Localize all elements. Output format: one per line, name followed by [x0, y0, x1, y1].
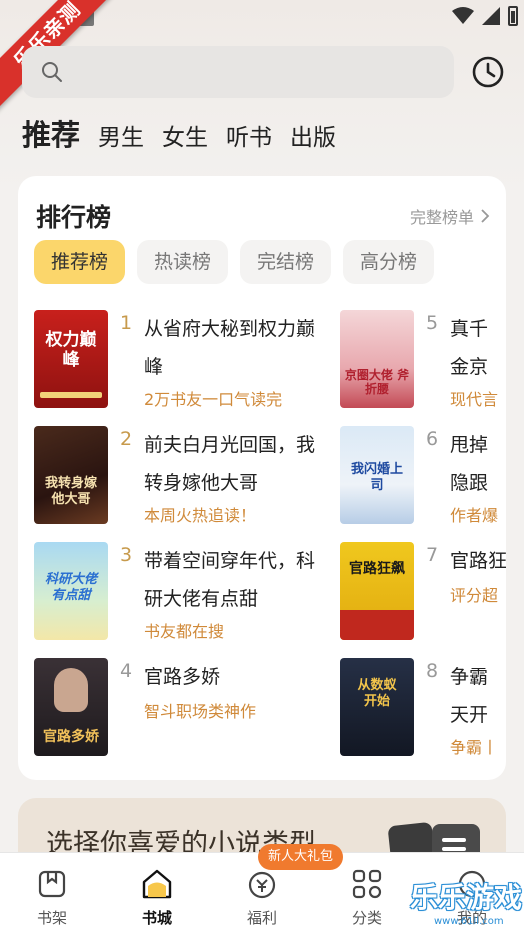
book-title: 带着空间穿年代，科研大佬有点甜 [144, 550, 316, 610]
home-icon [142, 869, 172, 899]
book-title: 从省府大秘到权力巅峰 [144, 318, 316, 378]
cover-title: 从数蚁开始 [357, 678, 397, 709]
book-tag: 书友都在搜 [144, 622, 225, 641]
book-tag: 争霸丨 [450, 738, 499, 757]
book-title: 真千金京圈大 [450, 318, 489, 378]
grid-icon [352, 869, 382, 899]
nav-label: 书架 [36, 909, 67, 927]
ranking-title: 排行榜 [36, 203, 112, 232]
tab-female[interactable]: 女生 [162, 118, 208, 152]
book-title: 官路多娇 [144, 666, 221, 688]
cover-title: 官路多娇 [43, 729, 99, 745]
book-tag: 作者爆 [450, 506, 499, 525]
wifi-icon [452, 7, 474, 24]
book-cover: 我闪婚上司 [340, 426, 414, 524]
rank-number: 1 [120, 312, 133, 334]
book-tag: 智斗职场类神作 [144, 702, 257, 721]
book-cover: 官路狂飙 [340, 542, 414, 640]
rank-number: 6 [426, 428, 439, 450]
nav-category[interactable]: 分类 [327, 867, 407, 928]
rank-number: 4 [120, 660, 133, 682]
nav-bookstore[interactable]: 书城 [117, 867, 197, 928]
nav-bookshelf[interactable]: 书架 [12, 867, 92, 928]
cover-title: 科研大佬有点甜 [44, 572, 97, 603]
rank-number: 2 [120, 428, 133, 450]
book-title: 官路狂 [450, 550, 506, 572]
tab-finished-list[interactable]: 完结榜 [240, 240, 332, 284]
chevron-right-icon [481, 209, 490, 223]
tab-hot-list[interactable]: 热读榜 [137, 240, 229, 284]
book-item[interactable]: 我转身嫁他大哥 2 前夫白月光回国，我转身嫁他大哥 本周火热追读！ [34, 426, 315, 526]
cover-title: 我转身嫁他大哥 [44, 476, 97, 507]
watermark-url: www.61ll.com [434, 916, 504, 927]
new-user-gift-badge[interactable]: 新人大礼包 [258, 844, 344, 870]
book-tag: 现代言 [450, 390, 499, 409]
book-tag: 本周火热追读！ [144, 506, 257, 525]
rank-number: 3 [120, 544, 133, 566]
cover-title: 权力巅峰 [45, 330, 97, 370]
search-icon [42, 62, 62, 82]
nav-label: 福利 [246, 909, 277, 927]
book-cover: 从数蚁开始 [340, 658, 414, 756]
category-tabs: 推荐 男生 女生 听书 出版 [22, 112, 336, 154]
nav-welfare[interactable]: 福利 [222, 867, 302, 928]
book-item[interactable]: 科研大佬有点甜 3 带着空间穿年代，科研大佬有点甜 书友都在搜 [34, 542, 315, 642]
book-cover: 科研大佬有点甜 [34, 542, 108, 640]
tab-audio[interactable]: 听书 [226, 118, 272, 152]
book-list: 权力巅峰 1 从省府大秘到权力巅峰 2万书友一口气读完 我转身嫁他大哥 2 前夫… [18, 306, 506, 776]
book-item[interactable]: 官路狂飙 7 官路狂 评分超 [340, 542, 506, 642]
tab-publish[interactable]: 出版 [290, 118, 336, 152]
book-title: 甩掉隐跟上司 [450, 434, 489, 494]
book-cover: 官路多娇 [34, 658, 108, 756]
book-item[interactable]: 从数蚁开始 8 争霸天开始 争霸丨 [340, 658, 506, 758]
rank-number: 5 [426, 312, 439, 334]
ranking-card: 排行榜 完整榜单 推荐榜 热读榜 完结榜 高分榜 权力巅峰 1 从省府大秘到权力… [18, 176, 506, 780]
battery-icon [508, 6, 518, 26]
cover-title: 我闪婚上司 [350, 462, 403, 493]
cover-title: 京圈大佬 斧折腰 [344, 368, 410, 396]
clock-icon[interactable] [470, 54, 506, 90]
full-list-link[interactable]: 完整榜单 [410, 204, 490, 228]
rank-number: 7 [426, 544, 439, 566]
book-tag: 评分超 [450, 586, 499, 605]
book-cover: 京圈大佬 斧折腰 [340, 310, 414, 408]
nav-label: 分类 [351, 909, 382, 927]
tab-male[interactable]: 男生 [98, 118, 144, 152]
rank-number: 8 [426, 660, 439, 682]
book-item[interactable]: 官路多娇 4 官路多娇 智斗职场类神作 [34, 658, 315, 758]
tab-rated-list[interactable]: 高分榜 [343, 240, 435, 284]
book-tag: 2万书友一口气读完 [144, 390, 283, 409]
book-cover: 权力巅峰 [34, 310, 108, 408]
bookshelf-icon [38, 870, 66, 898]
book-item[interactable]: 我闪婚上司 6 甩掉隐跟上司 作者爆 [340, 426, 506, 526]
tab-recommend[interactable]: 推荐 [22, 112, 80, 154]
book-title: 前夫白月光回国，我转身嫁他大哥 [144, 434, 316, 494]
book-item[interactable]: 权力巅峰 1 从省府大秘到权力巅峰 2万书友一口气读完 [34, 310, 315, 410]
book-title: 争霸天开始 [450, 666, 489, 726]
tab-recommend-list[interactable]: 推荐榜 [34, 240, 126, 284]
search-input[interactable] [22, 46, 454, 98]
ranking-tabs: 推荐榜 热读榜 完结榜 高分榜 [34, 240, 435, 284]
cover-title: 官路狂飙 [349, 561, 405, 577]
signal-icon [482, 7, 500, 25]
nav-label: 书城 [141, 909, 172, 927]
coin-icon [248, 871, 276, 899]
site-watermark: 乐乐游戏 www.61ll.com [404, 872, 524, 930]
book-item[interactable]: 京圈大佬 斧折腰 5 真千金京圈大 现代言 [340, 310, 506, 410]
book-cover: 我转身嫁他大哥 [34, 426, 108, 524]
watermark-text: 乐乐游戏 [410, 881, 523, 914]
full-list-label: 完整榜单 [409, 208, 474, 227]
